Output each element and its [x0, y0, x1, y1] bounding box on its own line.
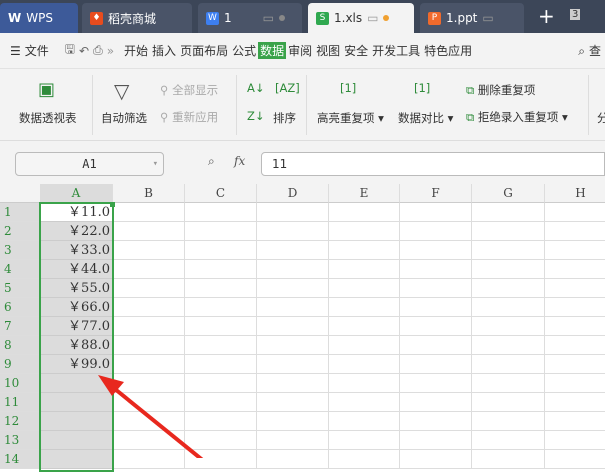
- red-arrow-annotation: [98, 375, 204, 458]
